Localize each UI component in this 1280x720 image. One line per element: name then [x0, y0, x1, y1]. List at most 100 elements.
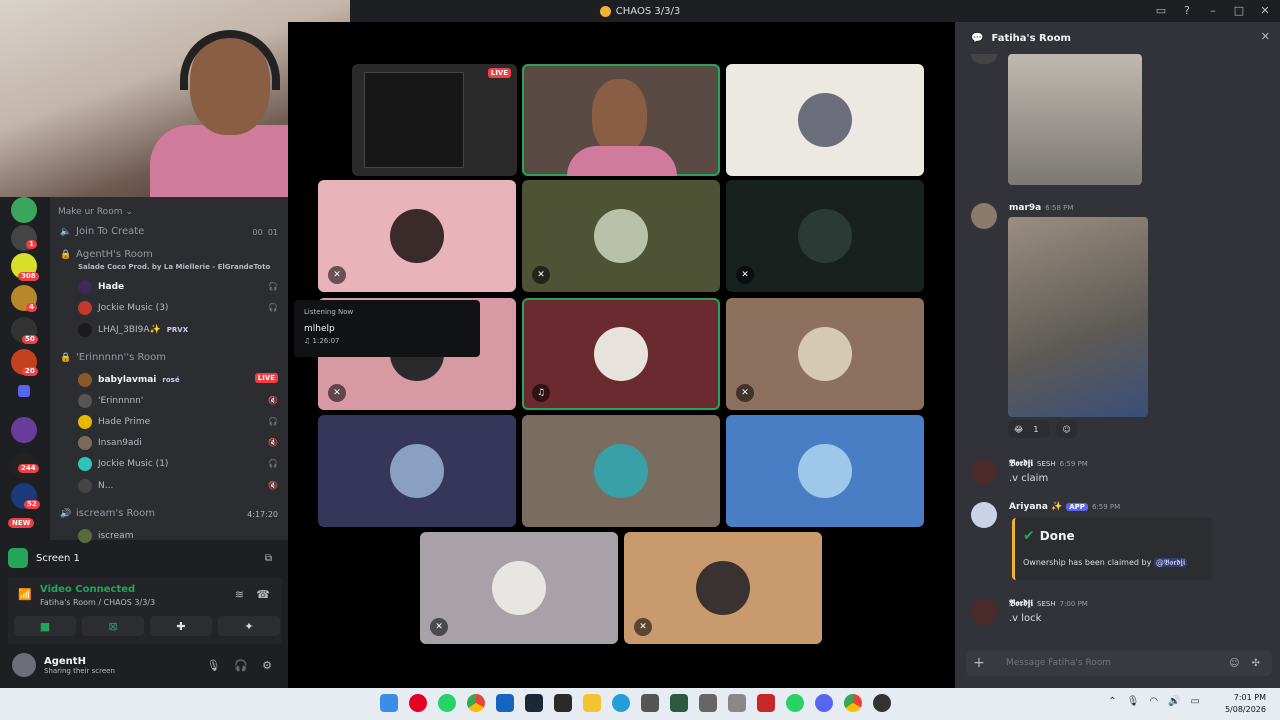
activity-button[interactable]: ✚ [150, 616, 212, 636]
store-icon[interactable] [641, 694, 659, 712]
tooltip-title: mlhelp [304, 324, 335, 334]
muted-icon: 🔇 [268, 481, 278, 490]
folder-icon[interactable] [18, 385, 30, 397]
channel-category[interactable]: Make ur Room ⌄ [58, 207, 133, 217]
mention-badge: 1 [26, 240, 37, 249]
voice-user[interactable]: Jockie Music (1) [78, 457, 168, 471]
voice-connection-panel: 📶 Video Connected Fatiha's Room / CHAOS … [8, 578, 282, 644]
camera-button[interactable]: ■ [14, 616, 76, 636]
participant-tile[interactable]: ✕ [522, 180, 720, 292]
server-icon[interactable] [11, 197, 37, 223]
message-reactions: 😂 1 ☺ [1008, 420, 1077, 438]
app-icon[interactable] [728, 694, 746, 712]
participant-tile[interactable] [726, 64, 924, 176]
avatar[interactable] [971, 203, 997, 229]
plus-icon[interactable]: + [966, 655, 992, 671]
message-image[interactable] [1008, 54, 1142, 185]
chrome-icon[interactable] [467, 694, 485, 712]
terminal-icon[interactable] [554, 694, 572, 712]
avatar [492, 561, 546, 615]
message-image[interactable] [1008, 217, 1148, 417]
avatar[interactable] [971, 599, 997, 625]
muted-mic-icon: ✕ [634, 618, 652, 636]
gear-icon[interactable]: ⚙ [262, 659, 272, 672]
video-tile[interactable] [522, 64, 720, 176]
participant-tile[interactable] [726, 415, 924, 527]
participant-tile[interactable]: ✕ [420, 532, 618, 644]
channel-room-iscream[interactable]: 🔊 iscream's Room [60, 508, 155, 519]
avatar [78, 373, 92, 387]
folder-icon[interactable] [583, 694, 601, 712]
system-clock[interactable]: 7:01 PM 5/08/2026 [1225, 692, 1266, 716]
voice-user[interactable]: iscream [78, 529, 133, 543]
voice-user[interactable]: babylavmai rosé [78, 373, 180, 387]
mention-badge: 308 [18, 272, 39, 281]
voice-user[interactable]: Insan9adi [78, 436, 142, 450]
headphones-icon[interactable]: 🎧 [234, 659, 248, 672]
screen-share-tile[interactable]: LIVE [352, 64, 517, 176]
disconnect-icon[interactable]: ☎ [256, 588, 270, 601]
popout-icon[interactable]: ⧉ [265, 553, 272, 564]
wifi-icon[interactable]: ◠ [1149, 696, 1158, 707]
chat-panel: 💬 Fatiha's Room ✕ mar9a 6:58 PM 𝕭𝖔𝖗𝖉𝖏𝖎 S… [955, 22, 1280, 688]
soundboard-button[interactable]: ✦ [218, 616, 280, 636]
chrome-icon[interactable] [844, 694, 862, 712]
add-reaction-icon[interactable]: ☺ [1056, 420, 1077, 438]
participant-tile[interactable] [522, 415, 720, 527]
voice-user[interactable]: Hade Prime [78, 415, 150, 429]
microphone-icon[interactable]: 🎙 [206, 659, 220, 672]
reaction-pill[interactable]: 😂 1 [1008, 420, 1051, 438]
help-icon[interactable]: ? [1180, 3, 1194, 17]
channel-room-erinnnnn[interactable]: 🔒 'Erinnnnn''s Room [60, 352, 166, 363]
app-icon[interactable] [873, 694, 891, 712]
participant-tile[interactable]: ✕ [624, 532, 822, 644]
participant-tile[interactable]: ✕ [726, 180, 924, 292]
participant-tile[interactable]: ✕ [726, 298, 924, 410]
close-icon[interactable]: ✕ [1261, 30, 1270, 43]
message-input[interactable] [1006, 658, 1230, 668]
noise-suppression-icon[interactable]: ≋ [235, 588, 244, 601]
pinterest-icon[interactable] [409, 694, 427, 712]
voice-user[interactable]: 'Erinnnnn' [78, 394, 143, 408]
avatar[interactable] [12, 653, 36, 677]
app-icon[interactable] [496, 694, 514, 712]
voice-status[interactable]: Video Connected [40, 584, 135, 595]
channel-join-to-create[interactable]: 🔈 Join To Create [60, 226, 144, 237]
app-icon[interactable] [757, 694, 775, 712]
telegram-icon[interactable] [612, 694, 630, 712]
user-mention[interactable]: @𝕭𝖔𝖗𝖉𝖏𝖎 [1153, 558, 1188, 567]
user-info[interactable]: AgentH Sharing their screen [44, 656, 115, 675]
voice-channel-path[interactable]: Fatiha's Room / CHAOS 3/3/3 [40, 598, 155, 607]
microphone-icon[interactable]: 🎙 [1127, 696, 1140, 707]
tooltip-duration: ♫ 1:26:07 [304, 337, 340, 345]
apps-icon[interactable]: ✣ [1252, 658, 1260, 669]
chevron-up-icon[interactable]: ⌃ [1108, 696, 1116, 707]
discord-icon[interactable] [815, 694, 833, 712]
server-icon[interactable] [11, 417, 37, 443]
voice-user[interactable]: LHAJ_3BI9A✨ PRVX [78, 323, 188, 337]
steam-icon[interactable] [525, 694, 543, 712]
app-icon[interactable] [670, 694, 688, 712]
volume-icon[interactable]: 🔊 [1168, 696, 1180, 707]
channel-room-agenth[interactable]: 🔒 AgentH's Room [60, 249, 153, 260]
voice-user[interactable]: Hade [78, 280, 124, 294]
participant-tile[interactable] [318, 415, 516, 527]
inbox-icon[interactable]: ▭ [1154, 3, 1168, 17]
voice-user[interactable]: Jockie Music (3) [78, 301, 168, 315]
avatar[interactable] [971, 459, 997, 485]
participant-tile[interactable]: ✕ [318, 180, 516, 292]
share-screen-button[interactable]: ⊠ [82, 616, 144, 636]
minimize-button[interactable]: – [1206, 3, 1220, 17]
whatsapp-icon[interactable] [786, 694, 804, 712]
check-icon[interactable] [699, 694, 717, 712]
whatsapp-icon[interactable] [438, 694, 456, 712]
windows-start-icon[interactable] [380, 694, 398, 712]
emoji-icon[interactable]: ☺ [1229, 658, 1239, 669]
now-playing: Salade Coco Prod. by La Miellerie - ElGr… [78, 263, 271, 271]
battery-icon[interactable]: ▭ [1191, 696, 1200, 707]
close-button[interactable]: ✕ [1258, 3, 1272, 17]
voice-user[interactable]: N... [78, 479, 113, 493]
participant-tile[interactable]: ♫ [522, 298, 720, 410]
maximize-button[interactable]: □ [1232, 3, 1246, 17]
avatar[interactable] [971, 502, 997, 528]
